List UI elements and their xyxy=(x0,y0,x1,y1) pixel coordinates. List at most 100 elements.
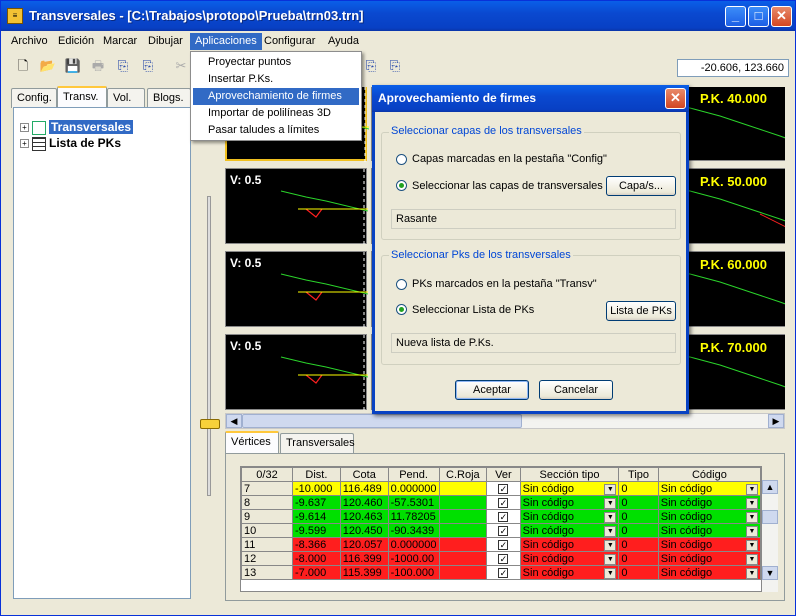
menu-item-1[interactable]: Insertar P.Ks. xyxy=(193,71,359,88)
croja-cell[interactable] xyxy=(438,537,488,552)
ver-checkbox[interactable]: ✓ xyxy=(498,567,509,578)
menu-ayuda[interactable]: Ayuda xyxy=(323,33,364,50)
croja-cell[interactable] xyxy=(438,481,488,496)
seccion-cell[interactable]: ▼ Sin código xyxy=(519,565,620,580)
croja-cell[interactable] xyxy=(438,509,488,524)
table-row[interactable]: 13 -7.000 115.399 -100.000 ✓ ▼ Sin código 0 ▼ Sin… xyxy=(241,565,761,580)
cota-cell[interactable]: 116.399 xyxy=(339,551,389,566)
pend-cell[interactable]: 0.000000 xyxy=(387,537,440,552)
row-index-cell[interactable]: 8 xyxy=(241,495,293,510)
tab-blogs[interactable]: Blogs. xyxy=(147,88,191,108)
dist-cell[interactable]: -10.000 xyxy=(292,481,341,496)
menu-item-0[interactable]: Proyectar puntos xyxy=(193,54,359,71)
cota-cell[interactable]: 120.463 xyxy=(339,509,389,524)
tipo-cell[interactable]: 0 xyxy=(618,523,659,538)
ver-cell[interactable]: ✓ xyxy=(486,537,521,552)
dist-cell[interactable]: -9.637 xyxy=(292,495,341,510)
tree-item-lista-pks[interactable]: + Lista de PKs xyxy=(20,135,121,151)
vertices-grid[interactable]: 0/32 Dist. Cota Pend. C.Roja Ver Sección… xyxy=(240,466,762,592)
scroll-left-icon[interactable]: ◀ xyxy=(226,414,242,428)
chevron-down-icon[interactable]: ▼ xyxy=(746,539,758,551)
ver-cell[interactable]: ✓ xyxy=(486,565,521,580)
ver-checkbox[interactable]: ✓ xyxy=(498,553,509,564)
dist-cell[interactable]: -8.366 xyxy=(292,537,341,552)
menu-configurar[interactable]: Configurar xyxy=(259,33,320,50)
croja-cell[interactable] xyxy=(438,565,488,580)
cross-section-panel[interactable]: V: 0.5 xyxy=(225,168,368,245)
cancel-button[interactable]: Cancelar xyxy=(539,380,613,400)
table-row[interactable]: 7 -10.000 116.489 0.000000 ✓ ▼ Sin código 0 ▼ Sin… xyxy=(241,481,761,496)
chevron-down-icon[interactable]: ▼ xyxy=(746,553,758,565)
radio-capas-select-label[interactable]: Seleccionar las capas de transversales xyxy=(412,180,603,192)
tipo-cell[interactable]: 0 xyxy=(618,537,659,552)
close-button[interactable]: ✕ xyxy=(771,6,792,27)
tab-transversales[interactable]: Transversales xyxy=(280,433,355,453)
codigo-cell[interactable]: ▼ Sin código xyxy=(657,551,761,566)
croja-cell[interactable] xyxy=(438,551,488,566)
title-bar[interactable]: ≡ Transversales - [C:\Trabajos\protopo\P… xyxy=(1,1,795,31)
row-index-cell[interactable]: 9 xyxy=(241,509,293,524)
table-row[interactable]: 10 -9.599 120.450 -90.3439 ✓ ▼ Sin código 0 ▼ Sin… xyxy=(241,523,761,538)
chevron-down-icon[interactable]: ▼ xyxy=(746,483,758,495)
dist-cell[interactable]: -7.000 xyxy=(292,565,341,580)
chevron-down-icon[interactable]: ▼ xyxy=(604,525,617,537)
radio-capas-config[interactable] xyxy=(396,154,407,165)
grid-vertical-scrollbar[interactable]: ▲ ▼ xyxy=(762,480,778,592)
col-header-cota[interactable]: Cota xyxy=(339,467,389,482)
cross-section-panel[interactable]: V: 0.5 xyxy=(225,251,368,328)
new-file-icon[interactable]: 🗋 xyxy=(14,57,32,75)
export-icon[interactable]: ⎘ xyxy=(114,57,132,75)
codigo-cell[interactable]: ▼ Sin código xyxy=(657,481,761,496)
tipo-cell[interactable]: 0 xyxy=(618,565,659,580)
minimize-button[interactable]: _ xyxy=(725,6,746,27)
cota-cell[interactable]: 115.399 xyxy=(339,565,389,580)
row-index-cell[interactable]: 10 xyxy=(241,523,293,538)
radio-capas-config-label[interactable]: Capas marcadas en la pestaña "Config" xyxy=(412,153,607,165)
tab-config[interactable]: Config. xyxy=(11,88,57,108)
chevron-down-icon[interactable]: ▼ xyxy=(746,497,758,509)
dialog-title[interactable]: Aprovechamiento de firmes xyxy=(372,85,689,112)
pend-cell[interactable]: -1000.00 xyxy=(387,551,440,566)
ver-cell[interactable]: ✓ xyxy=(486,481,521,496)
cota-cell[interactable]: 116.489 xyxy=(339,481,389,496)
seccion-cell[interactable]: ▼ Sin código xyxy=(519,509,620,524)
menu-edicion[interactable]: Edición xyxy=(53,33,99,50)
copy-section-icon[interactable]: ⎘ xyxy=(362,57,380,75)
menu-item-4[interactable]: Pasar taludes a límites xyxy=(193,122,359,139)
graph-horizontal-scrollbar[interactable]: ◀ ▶ xyxy=(225,413,785,429)
ver-cell[interactable]: ✓ xyxy=(486,551,521,566)
grid-scroll-thumb[interactable] xyxy=(762,510,778,524)
capas-button[interactable]: Capa/s... xyxy=(606,176,676,196)
pend-cell[interactable]: -57.5301 xyxy=(387,495,440,510)
row-index-cell[interactable]: 7 xyxy=(241,481,293,496)
radio-pks-transv[interactable] xyxy=(396,279,407,290)
chevron-down-icon[interactable]: ▼ xyxy=(604,567,617,579)
ver-checkbox[interactable]: ✓ xyxy=(498,539,509,550)
cota-cell[interactable]: 120.057 xyxy=(339,537,389,552)
tipo-cell[interactable]: 0 xyxy=(618,481,659,496)
scroll-up-icon[interactable]: ▲ xyxy=(762,480,778,494)
paste-section-icon[interactable]: ⎘ xyxy=(386,57,404,75)
zoom-slider-track[interactable] xyxy=(207,196,211,496)
col-header-croja[interactable]: C.Roja xyxy=(438,467,488,482)
scroll-thumb[interactable] xyxy=(242,414,522,428)
col-header-tipo[interactable]: Tipo xyxy=(618,467,659,482)
cota-cell[interactable]: 120.460 xyxy=(339,495,389,510)
row-index-cell[interactable]: 12 xyxy=(241,551,293,566)
radio-pks-lista-label[interactable]: Seleccionar Lista de PKs xyxy=(412,304,534,316)
row-index-cell[interactable]: 11 xyxy=(241,537,293,552)
codigo-cell[interactable]: ▼ Sin código xyxy=(657,495,761,510)
open-folder-icon[interactable]: 📂 xyxy=(39,57,57,75)
expand-icon[interactable]: + xyxy=(20,123,29,133)
chevron-down-icon[interactable]: ▼ xyxy=(604,483,617,495)
dist-cell[interactable]: -9.614 xyxy=(292,509,341,524)
lista-pks-button[interactable]: Lista de PKs xyxy=(606,301,676,321)
pend-cell[interactable]: 11.78205 xyxy=(387,509,440,524)
ver-cell[interactable]: ✓ xyxy=(486,495,521,510)
tipo-cell[interactable]: 0 xyxy=(618,509,659,524)
col-header-seccion[interactable]: Sección tipo xyxy=(519,467,620,482)
expand-icon[interactable]: + xyxy=(20,139,29,149)
row-index-cell[interactable]: 13 xyxy=(241,565,293,580)
ver-cell[interactable]: ✓ xyxy=(486,509,521,524)
seccion-cell[interactable]: ▼ Sin código xyxy=(519,523,620,538)
